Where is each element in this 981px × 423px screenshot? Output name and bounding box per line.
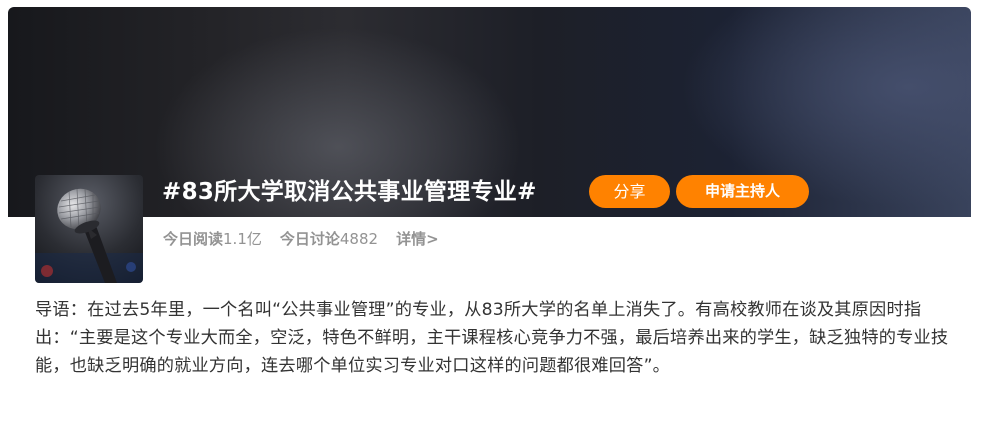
microphone-icon [35, 175, 143, 283]
discuss-count-label: 今日讨论 [279, 230, 340, 248]
apply-host-button[interactable]: 申请主持人 [676, 175, 809, 208]
share-button[interactable]: 分享 [589, 175, 670, 208]
topic-stats: 今日阅读1.1亿 今日讨论4882 详情> [163, 229, 439, 249]
details-link[interactable]: 详情> [396, 230, 439, 248]
topic-title: #83所大学取消公共事业管理专业# [162, 179, 537, 205]
topic-intro: 导语：在过去5年里，一个名叫“公共事业管理”的专业，从83所大学的名单上消失了。… [35, 296, 955, 380]
intro-text: 导语：在过去5年里，一个名叫“公共事业管理”的专业，从83所大学的名单上消失了。… [35, 300, 949, 376]
discuss-count-value: 4882 [339, 230, 379, 248]
read-count-value: 1.1亿 [223, 230, 262, 248]
read-count-label: 今日阅读 [163, 230, 224, 248]
topic-thumbnail [35, 175, 143, 283]
